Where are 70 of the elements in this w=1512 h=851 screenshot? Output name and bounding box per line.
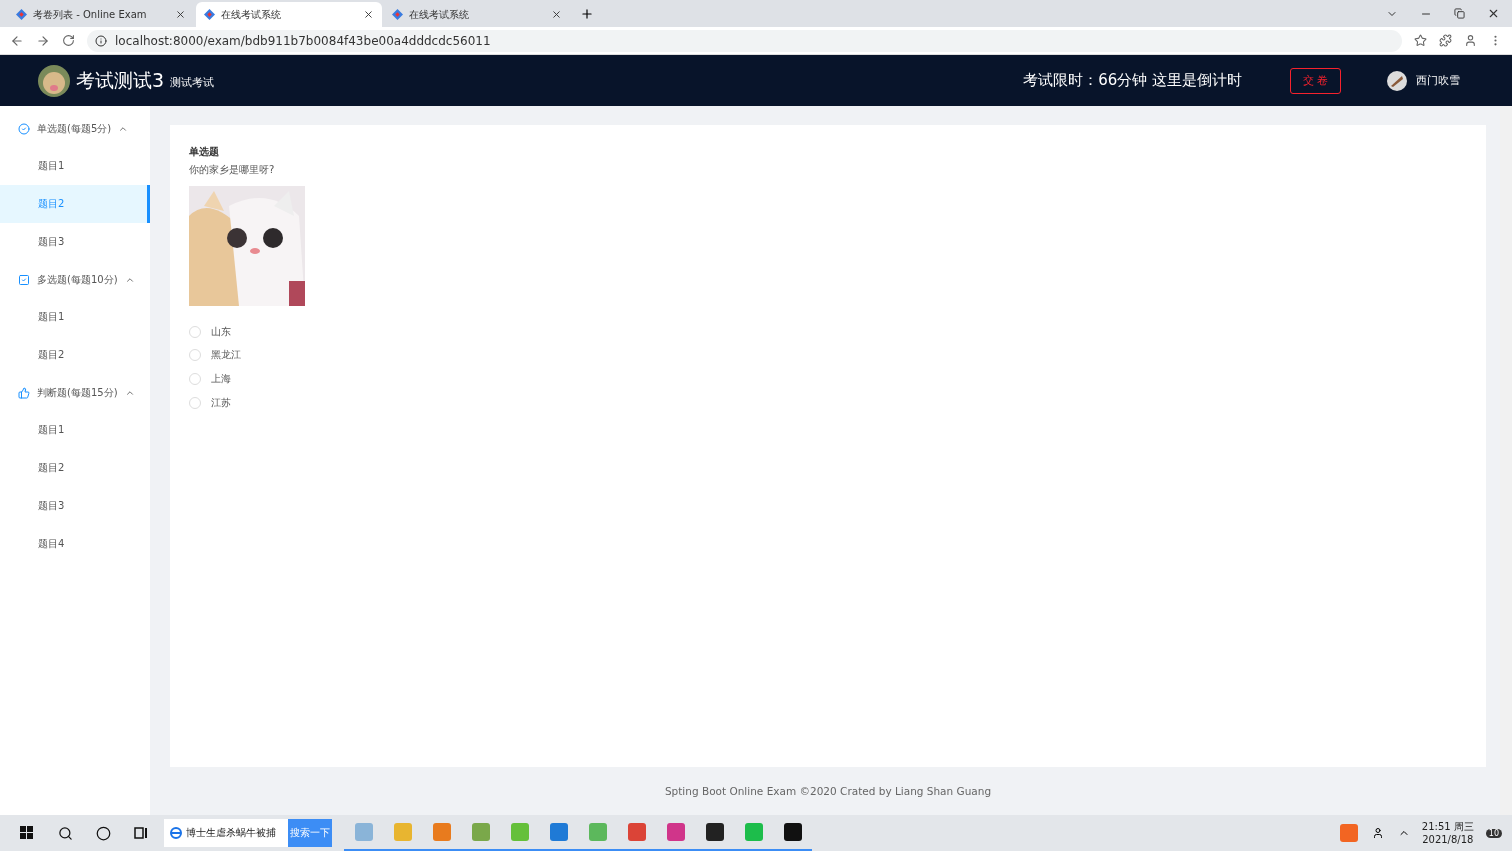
close-window-icon[interactable] [1487, 7, 1500, 20]
thumbs-up-icon [18, 386, 30, 399]
search-icon[interactable] [57, 825, 73, 841]
address-field[interactable]: localhost:8000/exam/bdb911b7b0084f43be00a4dddcdc56011 [87, 29, 1402, 52]
diamond-icon [392, 9, 403, 20]
group-label: 判断题(每题15分) [37, 385, 118, 400]
clock[interactable]: 21:51 周三 2021/8/18 [1421, 820, 1474, 846]
sidebar-item[interactable]: 题目4 [0, 525, 150, 563]
extensions-icon[interactable] [1439, 34, 1452, 47]
browser-e-icon [170, 827, 182, 839]
menu-group[interactable]: 多选题(每题10分) [0, 261, 150, 298]
notification-badge[interactable]: 10 [1485, 828, 1502, 838]
radio-option[interactable]: 黑龙江 [189, 343, 241, 368]
footer-text: Spting Boot Online Exam ©2020 Crated by Liang Shan Guang [664, 785, 992, 797]
submit-button[interactable]: 交 卷 [1290, 67, 1341, 94]
sidebar-item[interactable]: 题目3 [0, 487, 150, 525]
scrollbar[interactable] [1500, 106, 1512, 815]
bookmark-star-icon[interactable] [1414, 34, 1427, 47]
app-icon[interactable] [783, 823, 802, 841]
forward-icon[interactable] [36, 33, 50, 48]
radio-circle[interactable] [189, 349, 201, 362]
radio-option[interactable]: 上海 [189, 367, 231, 391]
reload-icon[interactable] [62, 34, 75, 47]
option-label: 江苏 [211, 395, 231, 410]
browser-tab[interactable]: 考卷列表 - Online Exam [8, 2, 194, 27]
close-icon[interactable] [363, 9, 374, 20]
radio-option[interactable]: 江苏 [189, 390, 231, 415]
radio-circle[interactable] [189, 325, 201, 338]
task-view-icon[interactable] [134, 827, 148, 839]
radio-option[interactable]: 山东 [189, 320, 231, 344]
user-avatar-icon[interactable] [1387, 70, 1407, 91]
menu-group[interactable]: 判断题(每题15分) [0, 374, 150, 411]
group-label: 单选题(每题5分) [37, 121, 112, 136]
cortana-circle-icon[interactable] [95, 825, 111, 841]
app-icon[interactable] [705, 823, 724, 841]
radio-circle[interactable] [189, 396, 201, 409]
user-name[interactable]: 西门吹雪 [1416, 73, 1460, 88]
check-circle-icon [18, 122, 30, 135]
exam-subtitle: 测试考试 [170, 75, 215, 90]
option-label: 山东 [211, 324, 231, 339]
sidebar-item[interactable]: 题目2 [0, 449, 150, 487]
restore-icon[interactable] [1454, 8, 1465, 19]
sidebar-item[interactable]: 题目3 [0, 223, 150, 261]
radio-circle[interactable] [189, 373, 201, 385]
exam-title: 考试测试3 [76, 67, 165, 93]
info-icon [95, 34, 107, 47]
option-label: 上海 [211, 372, 231, 386]
diamond-icon [204, 9, 215, 20]
close-icon[interactable] [551, 9, 562, 20]
diamond-icon [16, 9, 27, 20]
question-text: 你的家乡是哪里呀? [189, 163, 275, 177]
profile-icon[interactable] [1464, 34, 1477, 47]
close-icon[interactable] [175, 9, 186, 20]
option-label: 黑龙江 [211, 348, 241, 363]
checkbox-icon [18, 273, 30, 286]
sidebar-item[interactable]: 题目1 [0, 147, 150, 185]
group-label: 多选题(每题10分) [37, 272, 118, 287]
timer-text: 考试限时：66分钟 这里是倒计时 [1023, 71, 1242, 90]
taskbar-search-field[interactable]: 博士生虐杀蜗牛被捕 [164, 819, 288, 847]
back-icon[interactable] [10, 33, 24, 48]
sidebar-item[interactable]: 题目1 [0, 298, 150, 336]
browser-tab[interactable]: 在线考试系统 [196, 2, 382, 27]
windows-start-icon[interactable] [20, 826, 34, 840]
menu-group[interactable]: 单选题(每题5分) [0, 110, 150, 147]
sidebar-item[interactable]: 题目1 [0, 411, 150, 449]
new-tab-icon[interactable] [580, 7, 594, 21]
people-icon[interactable] [1371, 827, 1384, 839]
sidebar-item[interactable]: 题目2 [0, 336, 150, 374]
browser-tab[interactable]: 在线考试系统 [384, 2, 570, 27]
question-type: 单选题 [189, 145, 219, 159]
